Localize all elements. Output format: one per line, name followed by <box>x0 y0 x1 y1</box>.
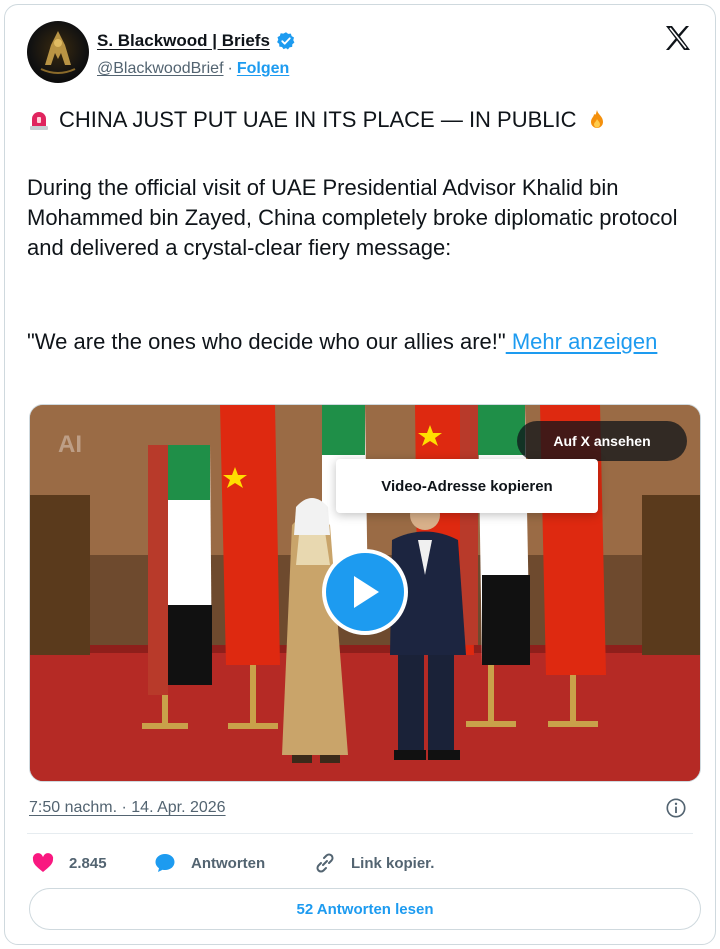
divider <box>27 833 693 834</box>
read-replies-button[interactable]: 52 Antworten lesen <box>29 888 701 930</box>
reply-label: Antworten <box>191 854 266 872</box>
avatar-logo-icon <box>40 31 76 74</box>
fire-icon <box>590 110 603 128</box>
show-more-link[interactable]: Mehr anzeigen <box>506 329 658 354</box>
post-timestamp[interactable]: 7:50 nachm. · 14. Apr. 2026 <box>29 799 226 817</box>
ai-watermark: AI <box>58 431 82 458</box>
view-on-x-button[interactable]: Auf X ansehen <box>517 421 687 461</box>
verified-badge-icon <box>277 32 295 50</box>
uae-flag-left <box>148 445 212 695</box>
copy-link-label: Link kopier. <box>351 854 435 872</box>
reply-button[interactable]: Antworten <box>153 851 313 875</box>
video-media[interactable]: AI Auf X ansehen Video-Adresse kopieren <box>29 404 701 782</box>
reply-bubble-icon <box>155 854 175 872</box>
avatar[interactable] <box>27 21 89 83</box>
like-count: 2.845 <box>69 854 107 872</box>
author-name-row: S. Blackwood | Briefs <box>97 31 296 51</box>
siren-icon <box>30 112 48 130</box>
post-body: During the official visit of UAE Preside… <box>27 175 678 260</box>
action-bar: 2.845 Antworten Link kopier. <box>31 851 434 875</box>
author-display-name[interactable]: S. Blackwood | Briefs <box>97 31 270 51</box>
author-handle[interactable]: @BlackwoodBrief <box>97 60 224 78</box>
follow-button[interactable]: Folgen <box>237 60 289 78</box>
like-button[interactable]: 2.845 <box>31 851 153 875</box>
post-headline: CHINA JUST PUT UAE IN ITS PLACE — IN PUB… <box>27 105 609 135</box>
play-button[interactable] <box>322 549 408 635</box>
copy-video-address-menu-item[interactable]: Video-Adresse kopieren <box>336 459 598 513</box>
copy-link-button[interactable]: Link kopier. <box>313 851 434 875</box>
post-card: S. Blackwood | Briefs @BlackwoodBrief · … <box>4 4 716 945</box>
author-handle-row: @BlackwoodBrief · Folgen <box>97 60 289 78</box>
link-icon <box>316 853 334 873</box>
separator-dot: · <box>227 60 233 77</box>
heart-icon <box>32 853 54 872</box>
post-quote: "We are the ones who decide who our alli… <box>27 327 699 357</box>
quote-text: "We are the ones who decide who our alli… <box>27 329 506 354</box>
play-icon <box>354 576 379 608</box>
x-logo-icon[interactable] <box>663 23 693 53</box>
info-icon[interactable] <box>665 797 687 819</box>
headline-text: CHINA JUST PUT UAE IN ITS PLACE — IN PUB… <box>59 107 577 132</box>
